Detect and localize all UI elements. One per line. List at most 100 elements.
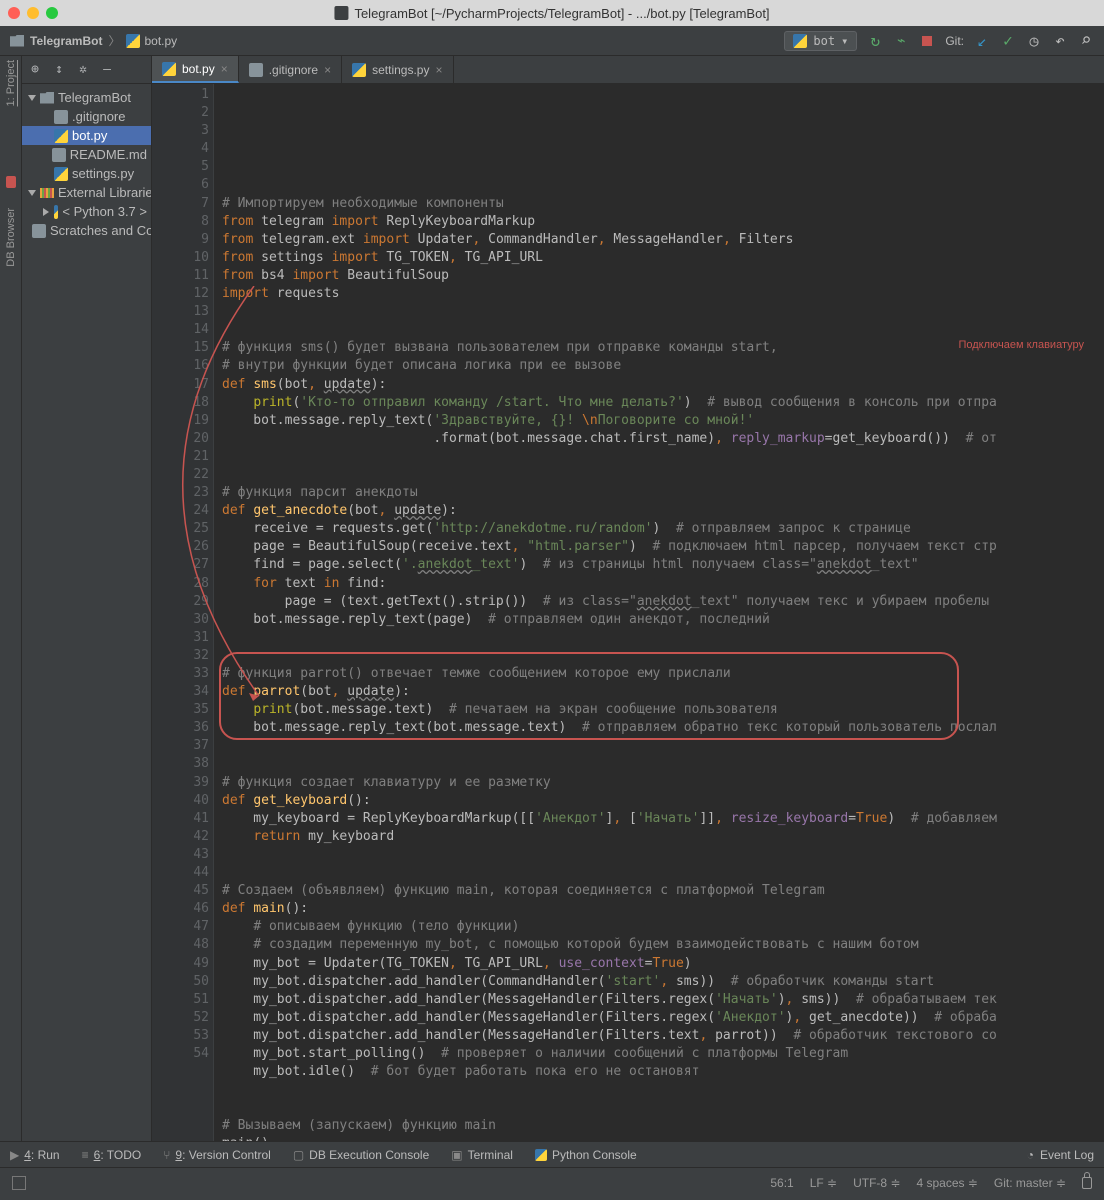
code-line[interactable]: my_bot.idle() # бот будет работать пока … — [222, 1063, 1096, 1081]
indent[interactable]: 4 spaces ≑ — [917, 1176, 978, 1190]
code-line[interactable]: def main(): — [222, 900, 1096, 918]
code-line[interactable] — [222, 448, 1096, 466]
minimize-window-button[interactable] — [27, 7, 39, 19]
code-line[interactable]: def parrot(bot, update): — [222, 683, 1096, 701]
code-line[interactable]: # создадим переменную my_bot, с помощью … — [222, 936, 1096, 954]
stop-button[interactable] — [919, 33, 935, 49]
expand-all-icon[interactable]: ↕ — [52, 63, 66, 77]
code-line[interactable]: my_bot.dispatcher.add_handler(MessageHan… — [222, 991, 1096, 1009]
bottom-tab[interactable]: ⑂9: Version Control — [163, 1148, 271, 1162]
close-tab-icon[interactable]: × — [435, 63, 442, 77]
close-window-button[interactable] — [8, 7, 20, 19]
code-line[interactable]: return my_keyboard — [222, 828, 1096, 846]
rail-project-tab[interactable]: 1: Project — [5, 60, 17, 106]
line-ending[interactable]: LF ≑ — [810, 1176, 837, 1190]
code-line[interactable] — [222, 1081, 1096, 1099]
bottom-tab[interactable]: ≡6: TODO — [82, 1148, 142, 1162]
code-line[interactable]: my_bot.dispatcher.add_handler(CommandHan… — [222, 973, 1096, 991]
code-line[interactable]: .format(bot.message.chat.first_name), re… — [222, 430, 1096, 448]
code-line[interactable] — [222, 737, 1096, 755]
select-target-icon[interactable]: ⊕ — [28, 63, 42, 77]
lock-icon[interactable] — [1082, 1177, 1092, 1189]
code-area[interactable]: Подключаем клавиатуру Перенесли в создан… — [214, 84, 1104, 1141]
code-line[interactable]: find = page.select('.anekdot_text') # из… — [222, 556, 1096, 574]
code-line[interactable] — [222, 846, 1096, 864]
tree-item[interactable]: bot.py — [22, 126, 151, 145]
breadcrumb[interactable]: TelegramBot 〉 bot.py — [10, 32, 177, 49]
close-tab-icon[interactable]: × — [221, 62, 228, 76]
code-line[interactable]: page = (text.getText().strip()) # из cla… — [222, 593, 1096, 611]
code-line[interactable] — [222, 864, 1096, 882]
code-line[interactable]: receive = requests.get('http://anekdotme… — [222, 520, 1096, 538]
code-line[interactable]: page = BeautifulSoup(receive.text, "html… — [222, 538, 1096, 556]
code-line[interactable]: print('Кто-то отправил команду /start. Ч… — [222, 394, 1096, 412]
code-line[interactable]: from settings import TG_TOKEN, TG_API_UR… — [222, 249, 1096, 267]
git-commit-button[interactable] — [1000, 33, 1016, 49]
code-line[interactable]: def get_anecdote(bot, update): — [222, 502, 1096, 520]
code-line[interactable] — [222, 647, 1096, 665]
code-line[interactable] — [222, 303, 1096, 321]
maximize-window-button[interactable] — [46, 7, 58, 19]
run-button[interactable] — [867, 33, 883, 49]
cursor-position[interactable]: 56:1 — [770, 1176, 793, 1190]
code-line[interactable]: # Создаем (объявляем) функцию main, кото… — [222, 882, 1096, 900]
breadcrumb-project[interactable]: TelegramBot — [30, 34, 102, 48]
code-line[interactable]: for text in find: — [222, 575, 1096, 593]
settings-icon[interactable]: ✲ — [76, 63, 90, 77]
tree-item[interactable]: README.md — [22, 145, 151, 164]
code-line[interactable]: my_bot.start_polling() # проверяет о нал… — [222, 1045, 1096, 1063]
bottom-tab[interactable]: Python Console — [535, 1148, 637, 1162]
code-line[interactable]: # Импортируем необходимые компоненты — [222, 195, 1096, 213]
encoding[interactable]: UTF-8 ≑ — [853, 1176, 900, 1190]
code-line[interactable]: print(bot.message.text) # печатаем на эк… — [222, 701, 1096, 719]
code-line[interactable]: # функция создает клавиатуру и ее размет… — [222, 774, 1096, 792]
code-line[interactable]: # описываем функцию (тело функции) — [222, 918, 1096, 936]
code-line[interactable]: # функция парсит анекдоты — [222, 484, 1096, 502]
tree-item[interactable]: Scratches and Consoles — [22, 221, 151, 240]
code-line[interactable]: # внутри функции будет описана логика пр… — [222, 357, 1096, 375]
editor-tab[interactable]: .gitignore× — [239, 56, 342, 83]
code-line[interactable]: my_bot.dispatcher.add_handler(MessageHan… — [222, 1009, 1096, 1027]
code-line[interactable]: bot.message.reply_text('Здравствуйте, {}… — [222, 412, 1096, 430]
collapse-icon[interactable]: — — [100, 63, 114, 77]
tree-item[interactable]: < Python 3.7 > — [22, 202, 151, 221]
code-line[interactable]: # Вызываем (запускаем) функцию main — [222, 1117, 1096, 1135]
tree-item[interactable]: External Libraries — [22, 183, 151, 202]
editor-tab[interactable]: settings.py× — [342, 56, 453, 83]
code-line[interactable]: main() — [222, 1135, 1096, 1141]
event-log-button[interactable]: ◔Event Log — [1027, 1148, 1094, 1162]
tree-item[interactable]: settings.py — [22, 164, 151, 183]
editor-body[interactable]: 1234567891011121314151617181920212223242… — [152, 84, 1104, 1141]
project-tree[interactable]: TelegramBot.gitignorebot.pyREADME.mdsett… — [22, 84, 151, 240]
code-line[interactable] — [222, 1099, 1096, 1117]
code-line[interactable]: import requests — [222, 285, 1096, 303]
code-line[interactable]: bot.message.reply_text(page) # отправляе… — [222, 611, 1096, 629]
status-icon[interactable] — [12, 1176, 26, 1190]
code-line[interactable]: my_bot = Updater(TG_TOKEN, TG_API_URL, u… — [222, 955, 1096, 973]
git-update-button[interactable] — [974, 33, 990, 49]
search-button[interactable] — [1078, 33, 1094, 49]
breadcrumb-file[interactable]: bot.py — [126, 34, 177, 48]
code-line[interactable]: my_keyboard = ReplyKeyboardMarkup([['Ане… — [222, 810, 1096, 828]
code-line[interactable] — [222, 466, 1096, 484]
git-branch[interactable]: Git: master ≑ — [994, 1176, 1066, 1190]
code-line[interactable]: def get_keyboard(): — [222, 792, 1096, 810]
rail-db-tab[interactable]: DB Browser — [5, 208, 17, 267]
revert-button[interactable] — [1052, 33, 1068, 49]
code-line[interactable]: def sms(bot, update): — [222, 376, 1096, 394]
tree-item[interactable]: .gitignore — [22, 107, 151, 126]
code-line[interactable]: from telegram.ext import Updater, Comman… — [222, 231, 1096, 249]
bottom-tab[interactable]: ▢DB Execution Console — [293, 1148, 429, 1162]
debug-button[interactable] — [893, 33, 909, 49]
code-line[interactable]: # функция parrot() отвечает темже сообще… — [222, 665, 1096, 683]
close-tab-icon[interactable]: × — [324, 63, 331, 77]
run-config-selector[interactable]: bot▾ — [784, 31, 857, 51]
code-line[interactable] — [222, 755, 1096, 773]
history-button[interactable] — [1026, 33, 1042, 49]
editor-tab[interactable]: bot.py× — [152, 56, 239, 83]
tree-item[interactable]: TelegramBot — [22, 88, 151, 107]
code-line[interactable]: from telegram import ReplyKeyboardMarkup — [222, 213, 1096, 231]
code-line[interactable]: from bs4 import BeautifulSoup — [222, 267, 1096, 285]
bottom-tab[interactable]: ▶4: Run — [10, 1148, 60, 1162]
code-line[interactable] — [222, 629, 1096, 647]
